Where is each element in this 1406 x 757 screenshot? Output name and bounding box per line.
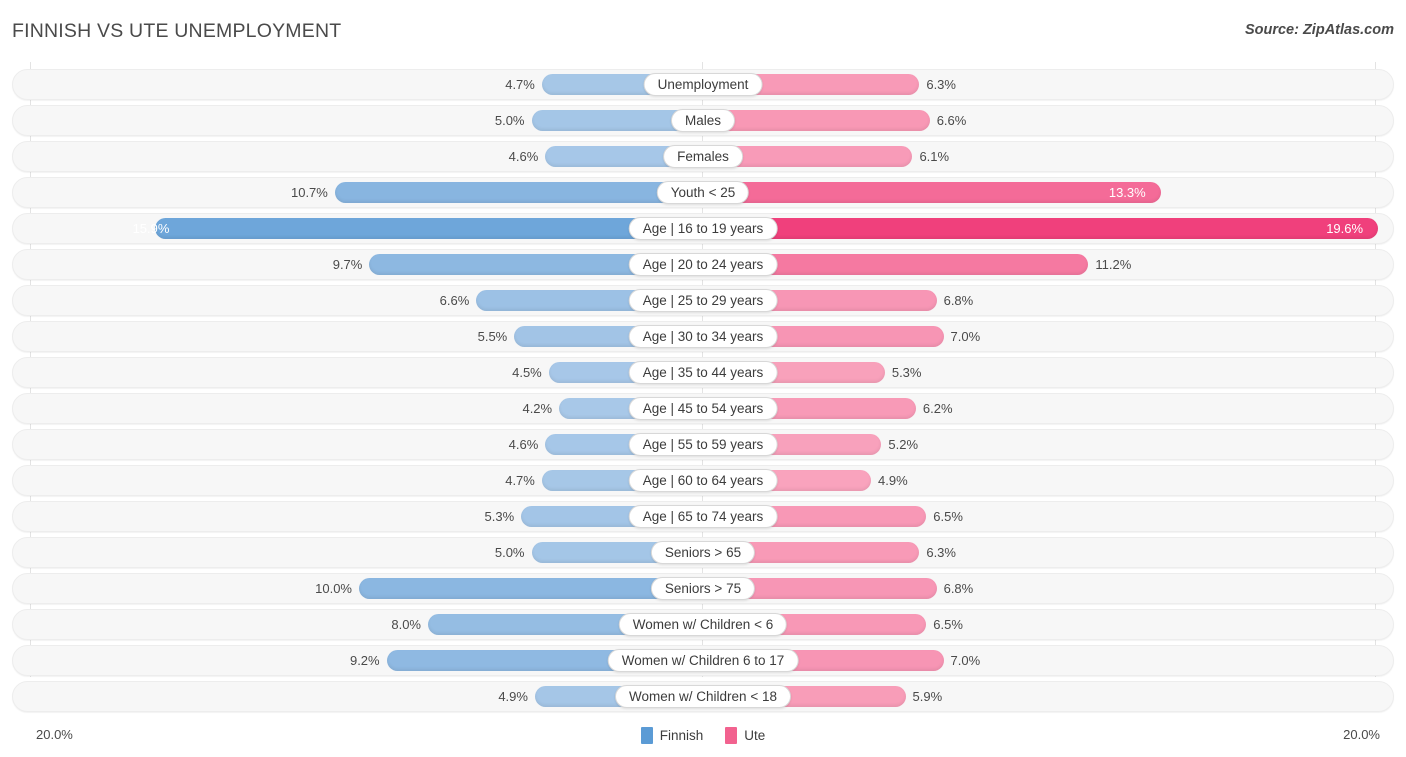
table-row: 5.5% 7.0% Age | 30 to 34 years	[12, 321, 1394, 352]
value-label-ute: 6.1%	[919, 149, 950, 164]
category-label: Youth < 25	[656, 181, 750, 204]
category-label: Age | 55 to 59 years	[628, 433, 778, 456]
table-row: 4.7% 6.3% Unemployment	[12, 69, 1394, 100]
value-label-ute: 5.2%	[888, 437, 919, 452]
category-label: Age | 60 to 64 years	[628, 469, 778, 492]
value-label-ute: 6.6%	[936, 113, 967, 128]
bar-finnish	[155, 218, 704, 239]
value-label-ute: 13.3%	[1108, 185, 1146, 200]
value-label-ute: 7.0%	[950, 329, 981, 344]
category-label: Age | 30 to 34 years	[628, 325, 778, 348]
bar-ute	[702, 110, 930, 131]
value-label-finnish: 4.7%	[505, 473, 535, 488]
value-label-ute: 6.2%	[922, 401, 953, 416]
table-row: 10.7% 13.3% Youth < 25	[12, 177, 1394, 208]
table-row: 5.0% 6.3% Seniors > 65	[12, 537, 1394, 568]
table-row: 4.6% 6.1% Females	[12, 141, 1394, 172]
category-label: Age | 65 to 74 years	[628, 505, 778, 528]
table-row: 4.5% 5.3% Age | 35 to 44 years	[12, 357, 1394, 388]
table-row: 9.2% 7.0% Women w/ Children 6 to 17	[12, 645, 1394, 676]
value-label-finnish: 4.2%	[522, 401, 553, 416]
page-title: FINNISH VS UTE UNEMPLOYMENT	[12, 20, 342, 42]
value-label-finnish: 4.9%	[498, 689, 528, 704]
table-row: 8.0% 6.5% Women w/ Children < 6	[12, 609, 1394, 640]
category-label: Age | 45 to 54 years	[628, 397, 778, 420]
value-label-finnish: 10.0%	[315, 581, 352, 596]
value-label-ute: 6.8%	[943, 581, 974, 596]
category-label: Seniors > 65	[650, 541, 756, 564]
source-label: Source: ZipAtlas.com	[1244, 22, 1394, 38]
table-row: 4.6% 5.2% Age | 55 to 59 years	[12, 429, 1394, 460]
legend-label: Ute	[744, 728, 766, 743]
value-label-ute: 4.9%	[878, 473, 908, 488]
legend-swatch-icon	[640, 727, 653, 744]
value-label-finnish: 6.6%	[439, 293, 470, 308]
table-row: 6.6% 6.8% Age | 25 to 29 years	[12, 285, 1394, 316]
value-label-finnish: 10.7%	[290, 185, 328, 200]
value-label-finnish: 4.5%	[512, 365, 542, 380]
category-label: Age | 25 to 29 years	[628, 289, 778, 312]
category-label: Age | 35 to 44 years	[628, 361, 778, 384]
table-row: 15.9% 19.6% Age | 16 to 19 years	[12, 213, 1394, 244]
chart-footer: 20.0% Finnish Ute 20.0%	[0, 717, 1406, 757]
category-label: Seniors > 75	[650, 577, 756, 600]
value-label-ute: 11.2%	[1095, 257, 1132, 272]
legend-swatch-icon	[725, 727, 738, 744]
value-label-ute: 6.5%	[933, 617, 963, 632]
legend-label: Finnish	[659, 728, 704, 743]
category-label: Women w/ Children < 18	[615, 685, 791, 708]
category-label: Age | 16 to 19 years	[628, 217, 778, 240]
value-label-finnish: 9.2%	[349, 653, 380, 668]
value-label-finnish: 4.6%	[508, 149, 539, 164]
value-label-finnish: 4.6%	[508, 437, 539, 452]
category-label: Age | 20 to 24 years	[628, 253, 778, 276]
value-label-finnish: 9.7%	[332, 257, 363, 272]
chart-header: FINNISH VS UTE UNEMPLOYMENT Source: ZipA…	[0, 0, 1406, 62]
table-row: 5.3% 6.5% Age | 65 to 74 years	[12, 501, 1394, 532]
value-label-finnish: 5.0%	[494, 113, 525, 128]
bar-finnish	[334, 182, 704, 203]
table-row: 4.2% 6.2% Age | 45 to 54 years	[12, 393, 1394, 424]
category-label: Females	[663, 145, 743, 168]
value-label-finnish: 5.5%	[477, 329, 508, 344]
value-label-finnish: 5.3%	[484, 509, 515, 524]
value-label-finnish: 15.9%	[132, 221, 170, 236]
value-label-ute: 19.6%	[1326, 221, 1364, 236]
table-row: 9.7% 11.2% Age | 20 to 24 years	[12, 249, 1394, 280]
chart-plot-area: 4.7% 6.3% Unemployment 5.0% 6.6% Males 4.6% 6.1…	[0, 62, 1406, 717]
value-label-finnish: 5.0%	[494, 545, 525, 560]
table-row: 4.9% 5.9% Women w/ Children < 18	[12, 681, 1394, 712]
value-label-ute: 6.8%	[943, 293, 974, 308]
value-label-ute: 6.5%	[933, 509, 963, 524]
value-label-ute: 6.3%	[926, 77, 956, 92]
bar-ute	[702, 182, 1161, 203]
category-label: Males	[670, 109, 736, 132]
table-row: 5.0% 6.6% Males	[12, 105, 1394, 136]
value-label-ute: 5.3%	[891, 365, 922, 380]
value-label-ute: 6.3%	[926, 545, 956, 560]
chart-legend: Finnish Ute	[0, 727, 1406, 744]
legend-item[interactable]: Finnish	[640, 727, 704, 744]
category-label: Unemployment	[643, 73, 763, 96]
bar-ute	[702, 218, 1379, 239]
category-label: Women w/ Children 6 to 17	[607, 649, 799, 672]
value-label-finnish: 8.0%	[391, 617, 421, 632]
axis-tick-right: 20.0%	[1343, 727, 1380, 742]
value-label-ute: 7.0%	[950, 653, 981, 668]
legend-item[interactable]: Ute	[725, 727, 765, 744]
table-row: 4.7% 4.9% Age | 60 to 64 years	[12, 465, 1394, 496]
category-label: Women w/ Children < 6	[618, 613, 788, 636]
value-label-finnish: 4.7%	[505, 77, 535, 92]
value-label-ute: 5.9%	[912, 689, 943, 704]
table-row: 10.0% 6.8% Seniors > 75	[12, 573, 1394, 604]
